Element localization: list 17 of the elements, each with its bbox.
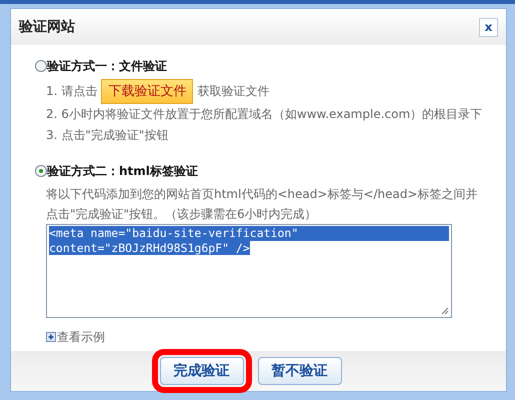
step-text: 2. 6小时内将验证文件放置于您所配置域名（如www.example.com）的根目录下 xyxy=(46,106,482,123)
skip-button[interactable]: 暂不验证 xyxy=(258,357,342,385)
example-link[interactable]: 查看示例 xyxy=(57,328,105,346)
expand-plus-icon[interactable] xyxy=(46,332,56,342)
close-button[interactable]: x xyxy=(479,18,498,36)
step-text: 1. 请点击 xyxy=(46,83,98,100)
radio-button[interactable] xyxy=(35,165,47,177)
resize-grip-icon[interactable] xyxy=(441,307,449,315)
radio-button[interactable] xyxy=(35,60,47,72)
download-button[interactable]: 下载验证文件 xyxy=(101,79,194,104)
dialog-title: 验证网站 xyxy=(19,18,75,36)
code-field[interactable]: <meta name="baidu-site-verification" content="zBOJzRHd98S1g6pF" /> xyxy=(46,224,452,318)
step-text: 3. 点击"完成验证"按钮 xyxy=(46,127,168,144)
instruction-text: 将以下代码添加到您的网站首页html代码的<head>标签与</head>标签之间并点击"完成验证"按钮。（该步骤需在6小时内完成） xyxy=(45,186,479,223)
method-label: 验证方式二：html标签验证 xyxy=(47,163,198,180)
step-text: 获取验证文件 xyxy=(197,83,270,100)
method-label: 验证方式一：文件验证 xyxy=(47,58,167,75)
